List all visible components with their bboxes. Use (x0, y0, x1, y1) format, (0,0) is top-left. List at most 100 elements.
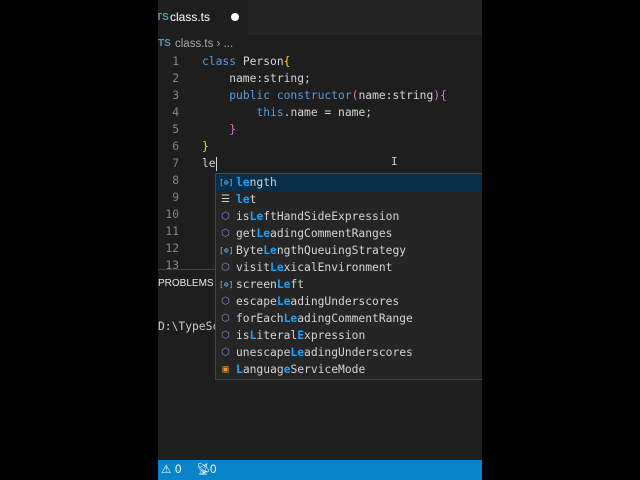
tab-label: class.ts (170, 10, 211, 24)
suggestion-label: unescapeLeadingUnderscores (236, 344, 413, 361)
method-cube-icon: ⬡ (221, 228, 230, 239)
match-highlight: Le (249, 210, 264, 223)
code-line[interactable]: 7 le (158, 155, 482, 172)
code-token: le (202, 157, 216, 170)
label-text: xpression (304, 329, 366, 342)
code-line[interactable]: 6} (158, 138, 482, 155)
suggestion-label: screenLeft (236, 276, 304, 293)
terminal-output[interactable]: D:\TypeSc (158, 320, 219, 333)
match-highlight: L (236, 363, 243, 376)
suggestion-widget[interactable]: [⊚] length ☰ let ⬡ isLeftHandSideExpression ⬡ g… (215, 173, 482, 380)
method-cube-icon: ⬡ (221, 296, 230, 307)
label-text: screen (236, 278, 277, 291)
suggestion-label: isLeftHandSideExpression (236, 208, 399, 225)
label-text: anguag (242, 363, 284, 376)
code-line[interactable]: 5 } (158, 121, 482, 138)
text-cursor-icon: I (391, 155, 398, 168)
match-highlight: Le (270, 261, 284, 274)
code-line[interactable]: 1 class Person{ (158, 53, 482, 70)
suggestion-item[interactable]: ⬡ getLeadingCommentRanges (216, 225, 482, 242)
match-highlight: le (236, 176, 250, 189)
keyword-icon: ☰ (221, 194, 230, 205)
suggestion-item[interactable]: ⬡ isLiteralExpression (216, 327, 482, 344)
label-text: is (236, 210, 250, 223)
breadcrumb-more[interactable]: ... (224, 38, 234, 50)
tab-class-ts[interactable]: TS class.ts (158, 0, 248, 35)
line-number: 4 (172, 106, 179, 119)
code-token: .name = name; (283, 106, 373, 119)
suggestion-item[interactable]: [⊚] ByteLengthQueuingStrategy (216, 242, 482, 259)
unsaved-dot-icon[interactable] (231, 13, 239, 21)
suggestion-label: length (236, 174, 277, 191)
label-text: xicalEnvironment (283, 261, 393, 274)
label-text: forEach (236, 312, 284, 325)
enum-icon: ▣ (222, 364, 229, 375)
match-highlight: Le (290, 346, 305, 359)
suggestion-item[interactable]: ☰ let (216, 191, 482, 208)
code-text[interactable]: } (202, 138, 209, 155)
suggestion-label: ByteLengthQueuingStrategy (236, 242, 406, 259)
suggestion-item[interactable]: ⬡ forEachLeadingCommentRange (216, 310, 482, 327)
suggestion-item[interactable]: ⬡ escapeLeadingUnderscores (216, 293, 482, 310)
code-token: } (229, 123, 237, 136)
method-cube-icon: ⬡ (221, 347, 230, 358)
label-text: escape (236, 295, 277, 308)
broadcast-icon[interactable]: 📡︎ (196, 460, 211, 480)
suggestion-item[interactable]: ▣ LanguageServiceMode (216, 361, 482, 378)
variable-icon: [⊚] (219, 246, 234, 255)
match-highlight: Le (263, 244, 277, 257)
match-highlight: Le (283, 312, 298, 325)
code-line[interactable]: 4 this.name = name; (158, 104, 482, 121)
warnings-count[interactable]: 0 (175, 460, 181, 480)
label-text: ngth (249, 176, 277, 189)
tab-problems[interactable]: PROBLEMS (158, 278, 214, 289)
match-highlight: Le (276, 295, 291, 308)
code-text[interactable]: le (202, 155, 217, 172)
suggestion-item[interactable]: ⬡ visitLexicalEnvironment (216, 259, 482, 276)
line-number: 11 (165, 225, 179, 238)
label-text: is (236, 329, 250, 342)
code-text[interactable]: name:string; (202, 70, 311, 87)
code-text[interactable]: this.name = name; (202, 104, 372, 121)
suggestion-item[interactable]: [⊚] length (216, 174, 482, 191)
suggestion-label: escapeLeadingUnderscores (236, 293, 399, 310)
suggestion-item[interactable]: ⬡ unescapeLeadingUnderscores (216, 344, 482, 361)
variable-icon: [⊚] (219, 178, 234, 187)
label-text: iteral (256, 329, 298, 342)
line-number: 8 (172, 174, 179, 187)
code-text[interactable]: public constructor(name:string){ (202, 87, 447, 104)
line-number: 10 (165, 208, 179, 221)
line-number: 1 (172, 55, 179, 68)
label-text: get (236, 227, 257, 240)
line-number: 3 (172, 89, 179, 102)
suggestion-item[interactable]: [⊚] screenLeft (216, 276, 482, 293)
code-line[interactable]: 3 public constructor(name:string){ (158, 87, 482, 104)
suggestion-label: let (236, 191, 256, 208)
label-text: adingCommentRange (297, 312, 413, 325)
warning-icon[interactable]: ⚠ (161, 460, 171, 480)
label-text: Byte (236, 244, 264, 257)
line-number: 13 (165, 259, 179, 269)
code-token: constructor (276, 89, 352, 102)
line-number: 2 (172, 72, 179, 85)
code-text[interactable]: class Person{ (202, 53, 290, 70)
code-token: class (202, 55, 243, 68)
match-highlight: Le (256, 227, 271, 240)
suggestion-label: getLeadingCommentRanges (236, 225, 392, 242)
label-text: ngthQueuingStrategy (276, 244, 407, 257)
label-text: ServiceMode (290, 363, 366, 376)
suggestion-label: forEachLeadingCommentRange (236, 310, 413, 327)
breadcrumb-file[interactable]: class.ts (175, 38, 213, 50)
code-line[interactable]: 2 name:string; (158, 70, 482, 87)
code-token: Person (242, 55, 284, 68)
suggestion-item[interactable]: ⬡ isLeftHandSideExpression (216, 208, 482, 225)
code-token: this (256, 106, 284, 119)
ports-count[interactable]: 0 (210, 460, 216, 480)
tab-bar: TS class.ts (158, 0, 482, 35)
code-token: { (440, 89, 447, 102)
code-token: name:string (358, 89, 434, 102)
code-text[interactable]: } (202, 121, 236, 138)
